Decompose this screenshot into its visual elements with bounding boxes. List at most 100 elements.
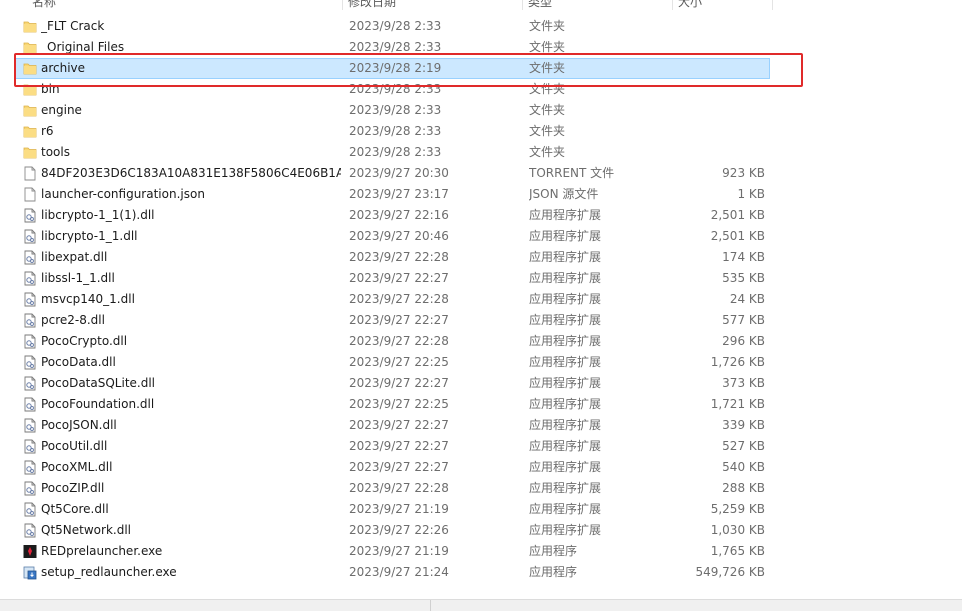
column-divider[interactable] [342, 0, 343, 10]
file-type: 文件夹 [529, 40, 566, 54]
folder-icon [23, 40, 37, 55]
folder-icon [23, 103, 37, 118]
file-row[interactable]: Qt5Core.dll 2023/9/27 21:19 应用程序扩展 5,259 KB [14, 499, 770, 520]
file-row[interactable]: _Original Files 2023/9/28 2:33 文件夹 [14, 37, 770, 58]
file-size [674, 142, 765, 163]
file-size [674, 37, 765, 58]
file-modified-date: 2023/9/27 22:27 [349, 460, 449, 474]
column-header-size[interactable]: 大小 [678, 0, 768, 10]
file-modified-date: 2023/9/28 2:19 [349, 61, 442, 75]
file-modified-date: 2023/9/27 21:24 [349, 565, 449, 579]
file-type: 文件夹 [529, 19, 566, 33]
file-modified-date: 2023/9/28 2:33 [349, 103, 442, 117]
file-type: 应用程序扩展 [529, 397, 602, 411]
folder-icon [23, 19, 37, 34]
file-row[interactable]: REDprelauncher.exe 2023/9/27 21:19 应用程序 1,7… [14, 541, 770, 562]
file-type: JSON 源文件 [529, 187, 599, 201]
file-name: setup_redlauncher.exe [41, 565, 177, 579]
horizontal-scrollbar[interactable] [0, 599, 962, 611]
dll-file-icon [23, 397, 37, 412]
column-header-name[interactable]: 名称 [32, 0, 332, 10]
file-size [674, 58, 765, 79]
file-modified-date: 2023/9/27 22:28 [349, 292, 449, 306]
file-row[interactable]: r6 2023/9/28 2:33 文件夹 [14, 121, 770, 142]
file-row[interactable]: PocoDataSQLite.dll 2023/9/27 22:27 应用程序扩展 3… [14, 373, 770, 394]
file-modified-date: 2023/9/27 20:30 [349, 166, 449, 180]
file-modified-date: 2023/9/27 22:27 [349, 376, 449, 390]
file-size: 1,765 KB [710, 544, 765, 558]
file-modified-date: 2023/9/27 23:17 [349, 187, 449, 201]
file-modified-date: 2023/9/27 21:19 [349, 544, 449, 558]
file-row[interactable]: setup_redlauncher.exe 2023/9/27 21:24 应用程序… [14, 562, 770, 583]
file-size: 535 KB [722, 271, 765, 285]
file-row[interactable]: libcrypto-1_1.dll 2023/9/27 20:46 应用程序扩展 2,… [14, 226, 770, 247]
file-size: 288 KB [722, 481, 765, 495]
file-row[interactable]: PocoXML.dll 2023/9/27 22:27 应用程序扩展 540 KB [14, 457, 770, 478]
file-type: 应用程序扩展 [529, 229, 602, 243]
file-row[interactable]: engine 2023/9/28 2:33 文件夹 [14, 100, 770, 121]
file-type: TORRENT 文件 [529, 166, 615, 180]
file-type: 应用程序扩展 [529, 355, 602, 369]
file-size: 5,259 KB [710, 502, 765, 516]
file-size: 527 KB [722, 439, 765, 453]
column-header-type[interactable]: 类型 [528, 0, 668, 10]
file-size: 2,501 KB [710, 229, 765, 243]
file-type: 应用程序扩展 [529, 250, 602, 264]
file-name: libcrypto-1_1(1).dll [41, 208, 155, 222]
file-row[interactable]: bin 2023/9/28 2:33 文件夹 [14, 79, 770, 100]
file-modified-date: 2023/9/27 21:19 [349, 502, 449, 516]
file-size [674, 121, 765, 142]
file-explorer-window: 名称 修改日期 类型 大小 _FLT Crack 2023/9/28 2:33 文件… [0, 0, 962, 611]
file-name: PocoCrypto.dll [41, 334, 128, 348]
file-row[interactable]: PocoData.dll 2023/9/27 22:25 应用程序扩展 1,726 K… [14, 352, 770, 373]
file-size: 540 KB [722, 460, 765, 474]
dll-file-icon [23, 229, 37, 244]
dll-file-icon [23, 418, 37, 433]
file-row[interactable]: pcre2-8.dll 2023/9/27 22:27 应用程序扩展 577 KB [14, 310, 770, 331]
file-row[interactable]: archive 2023/9/28 2:19 文件夹 [14, 58, 770, 79]
file-type: 应用程序扩展 [529, 208, 602, 222]
file-row[interactable]: PocoZIP.dll 2023/9/27 22:28 应用程序扩展 288 KB [14, 478, 770, 499]
file-name: libcrypto-1_1.dll [41, 229, 138, 243]
file-row[interactable]: PocoCrypto.dll 2023/9/27 22:28 应用程序扩展 296 K… [14, 331, 770, 352]
file-name: REDprelauncher.exe [41, 544, 163, 558]
file-type: 应用程序扩展 [529, 460, 602, 474]
file-size: 1,726 KB [710, 355, 765, 369]
file-modified-date: 2023/9/27 22:27 [349, 439, 449, 453]
file-name: PocoFoundation.dll [41, 397, 155, 411]
file-type: 应用程序扩展 [529, 334, 602, 348]
file-modified-date: 2023/9/28 2:33 [349, 145, 442, 159]
file-row[interactable]: 84DF203E3D6C183A10A831E138F5806C4E06B1A.… [14, 163, 770, 184]
dll-file-icon [23, 481, 37, 496]
file-row[interactable]: PocoJSON.dll 2023/9/27 22:27 应用程序扩展 339 KB [14, 415, 770, 436]
file-row[interactable]: msvcp140_1.dll 2023/9/27 22:28 应用程序扩展 24 KB [14, 289, 770, 310]
file-type: 应用程序 [529, 544, 578, 558]
file-row[interactable]: PocoFoundation.dll 2023/9/27 22:25 应用程序扩展 1… [14, 394, 770, 415]
file-name: Qt5Network.dll [41, 523, 131, 537]
file-row[interactable]: libexpat.dll 2023/9/27 22:28 应用程序扩展 174 KB [14, 247, 770, 268]
file-row[interactable]: libssl-1_1.dll 2023/9/27 22:27 应用程序扩展 535 K… [14, 268, 770, 289]
file-modified-date: 2023/9/27 22:28 [349, 250, 449, 264]
file-name: launcher-configuration.json [41, 187, 205, 201]
file-type: 应用程序扩展 [529, 502, 602, 516]
file-modified-date: 2023/9/27 22:25 [349, 355, 449, 369]
file-name: PocoData.dll [41, 355, 116, 369]
file-row[interactable]: libcrypto-1_1(1).dll 2023/9/27 22:16 应用程序扩… [14, 205, 770, 226]
column-divider[interactable] [672, 0, 673, 10]
file-size: 1 KB [737, 187, 765, 201]
file-row[interactable]: _FLT Crack 2023/9/28 2:33 文件夹 [14, 16, 770, 37]
file-size: 923 KB [722, 166, 765, 180]
generic-file-icon [23, 166, 37, 181]
column-divider[interactable] [522, 0, 523, 10]
column-header-date[interactable]: 修改日期 [348, 0, 518, 10]
file-name: bin [41, 82, 60, 96]
file-row[interactable]: tools 2023/9/28 2:33 文件夹 [14, 142, 770, 163]
file-row[interactable]: PocoUtil.dll 2023/9/27 22:27 应用程序扩展 527 KB [14, 436, 770, 457]
column-divider[interactable] [772, 0, 773, 10]
folder-icon [23, 145, 37, 160]
installer-icon [23, 565, 37, 580]
file-row[interactable]: Qt5Network.dll 2023/9/27 22:26 应用程序扩展 1,030… [14, 520, 770, 541]
file-type: 应用程序扩展 [529, 271, 602, 285]
file-size [674, 16, 765, 37]
file-row[interactable]: launcher-configuration.json 2023/9/27 23:… [14, 184, 770, 205]
